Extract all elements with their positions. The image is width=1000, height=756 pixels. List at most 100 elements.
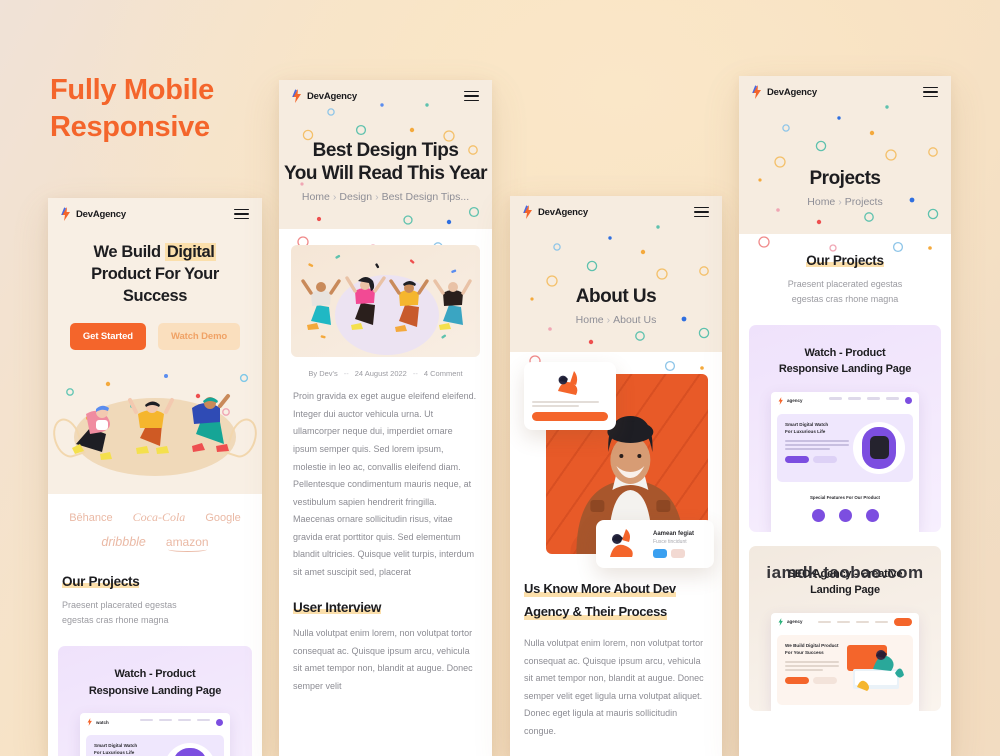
watch-product-image (853, 421, 905, 474)
screenshot-primary-button (785, 677, 809, 685)
breadcrumb-item-design[interactable]: Design (339, 191, 372, 203)
brand-name: DevAgency (307, 90, 357, 102)
projects-subtitle-line-2: egestas cras rhone magna (791, 294, 899, 305)
lightning-bolt-icon (752, 85, 761, 99)
post-comment-count[interactable]: 4 Comment (424, 369, 463, 378)
breadcrumb: Home › About Us (510, 314, 722, 326)
screenshot-heading-line-2: For Your Success (785, 649, 824, 655)
project-card-seo[interactable]: SEO Agency - Creative Landing Page iamdk… (749, 545, 941, 711)
about-photo-block: Aamean fegiat Fusce tincidunt (524, 362, 714, 569)
amazon-logo: amazon (165, 535, 209, 553)
breadcrumb-separator: › (838, 196, 842, 209)
brand-logo[interactable]: DevAgency (61, 207, 126, 221)
screenshot-brand: watch (87, 718, 109, 726)
about-heading-wrap: Us Know More About Dev Agency & Their Pr… (524, 578, 708, 623)
screenshot-hero-text: We Build Digital Product For Your Succes… (785, 643, 839, 697)
breadcrumb: Home › Design › Best Design Tips... (279, 191, 492, 203)
brand-logo[interactable]: DevAgency (292, 89, 357, 103)
about-heading-line-1: Us Know More About Dev (524, 580, 676, 598)
screenshot-primary-button (785, 456, 809, 464)
screenshot-link (829, 397, 842, 400)
meta-separator: -- (412, 369, 418, 379)
projects-hero-title: Projects (809, 168, 881, 189)
projects-section: Our Projects Praesent placerated egestas… (739, 234, 951, 307)
profile-illustration (610, 529, 633, 558)
watch-face (869, 436, 889, 460)
hamburger-menu-icon[interactable] (464, 90, 479, 102)
watch-band (173, 748, 207, 756)
hamburger-menu-icon[interactable] (234, 208, 249, 220)
profile-chips (653, 548, 706, 558)
screenshot-hero-heading: Smart Digital Watch For Luxurious Life (94, 743, 160, 756)
screenshot-cta-button (894, 617, 912, 626)
screenshot-brand-name: agency (787, 398, 803, 404)
profile-card[interactable]: Aamean fegiat Fusce tincidunt (596, 520, 714, 569)
projects-hero-content: Projects Home › Projects (739, 105, 951, 208)
projects-subtitle-line-2: egestas cras rhone magna (62, 615, 169, 626)
post-subheading-wrap: User Interview (279, 581, 492, 617)
screenshot-link (159, 718, 172, 721)
chip-blue (653, 548, 667, 558)
post-subheading-inner: User Interview (293, 599, 478, 617)
post-subheading: User Interview (293, 600, 382, 616)
screenshot-hero: Smart Digital Watch For Luxurious Life (777, 413, 913, 482)
about-paragraph: Nulla volutpat enim lorem, non volutpat … (524, 637, 704, 736)
page-title-line-1: Fully Mobile (50, 74, 214, 106)
page-title: Fully Mobile Responsive (50, 72, 214, 146)
brand-name: DevAgency (767, 86, 817, 98)
screenshot-feature-heading: Special Features For Our Product (809, 494, 881, 500)
screenshot-link (867, 397, 880, 400)
project-screenshot: agency Smart Digital Watch For Luxurious… (771, 391, 919, 532)
hamburger-menu-icon[interactable] (694, 206, 709, 218)
breadcrumb-item-current: Projects (844, 196, 883, 209)
hero-button-row: Get Started Watch Demo (48, 323, 262, 351)
screenshot-navbar: watch (80, 713, 230, 731)
screenshot-links (829, 397, 912, 405)
about-hero-content: About Us Home › About Us (510, 225, 722, 326)
post-meta: By Dev's -- 24 August 2022 -- 4 Comment (279, 369, 492, 378)
lightning-bolt-icon (292, 89, 301, 103)
phone-mockup-projects: DevAgency Projects Home › Projects Our P… (739, 76, 951, 756)
client-logos-row-2: dribbble amazon (60, 535, 250, 553)
get-started-button[interactable]: Get Started (69, 323, 146, 351)
screenshot-brand-name: agency (787, 619, 803, 625)
breadcrumb-separator: › (375, 191, 379, 204)
projects-heading: Our Projects (806, 253, 885, 269)
behance-logo: Bēhance (69, 511, 113, 524)
chip-peach (671, 548, 685, 558)
seo-illustration (847, 644, 904, 691)
meta-separator: -- (343, 369, 349, 379)
upgrade-now-button[interactable] (532, 412, 608, 422)
screenshot-heading-line-1: We Build Digital Product (785, 642, 839, 648)
projects-subtitle-line-1: Praesent placerated egestas (62, 600, 177, 611)
watch-demo-button[interactable]: Watch Demo (157, 323, 241, 351)
screenshot-buttons (785, 456, 849, 464)
projects-hero: DevAgency Projects Home › Projects (739, 76, 951, 253)
screenshot-hero-heading: We Build Digital Product For Your Succes… (785, 643, 839, 657)
screenshot-brand: agency (778, 618, 803, 626)
blog-hero-title-line-1: Best Design Tips (312, 140, 459, 161)
brand-logo[interactable]: DevAgency (523, 205, 588, 219)
client-logos-row-1: Bēhance Coca-Cola Google (60, 510, 250, 525)
screenshot-avatar (905, 397, 912, 405)
screenshot-link (178, 718, 191, 721)
brand-logo[interactable]: DevAgency (752, 85, 817, 99)
upgrade-card-line (532, 405, 580, 408)
brand-name: DevAgency (76, 208, 126, 220)
dancers-illustration (301, 255, 472, 356)
hamburger-menu-icon[interactable] (923, 86, 938, 98)
profile-name: Aamean fegiat (653, 530, 695, 537)
breadcrumb-item-home[interactable]: Home (807, 196, 835, 208)
screenshot-brand-name: watch (96, 719, 109, 725)
project-card-watch[interactable]: Watch - Product Responsive Landing Page … (749, 324, 941, 532)
lightning-bolt-icon (778, 397, 783, 405)
project-card-title-line-2: Responsive Landing Page (778, 363, 912, 376)
upgrade-card[interactable] (524, 362, 616, 431)
breadcrumb-item-current: About Us (613, 314, 657, 327)
profile-subtitle: Fusce tincidunt (653, 538, 687, 545)
breadcrumb-item-home[interactable]: Home (576, 314, 604, 326)
breadcrumb-item-home[interactable]: Home (302, 191, 330, 203)
lightning-bolt-icon (523, 205, 532, 219)
screenshot-link (818, 620, 831, 624)
project-card-watch[interactable]: Watch - Product Responsive Landing Page … (58, 646, 252, 756)
